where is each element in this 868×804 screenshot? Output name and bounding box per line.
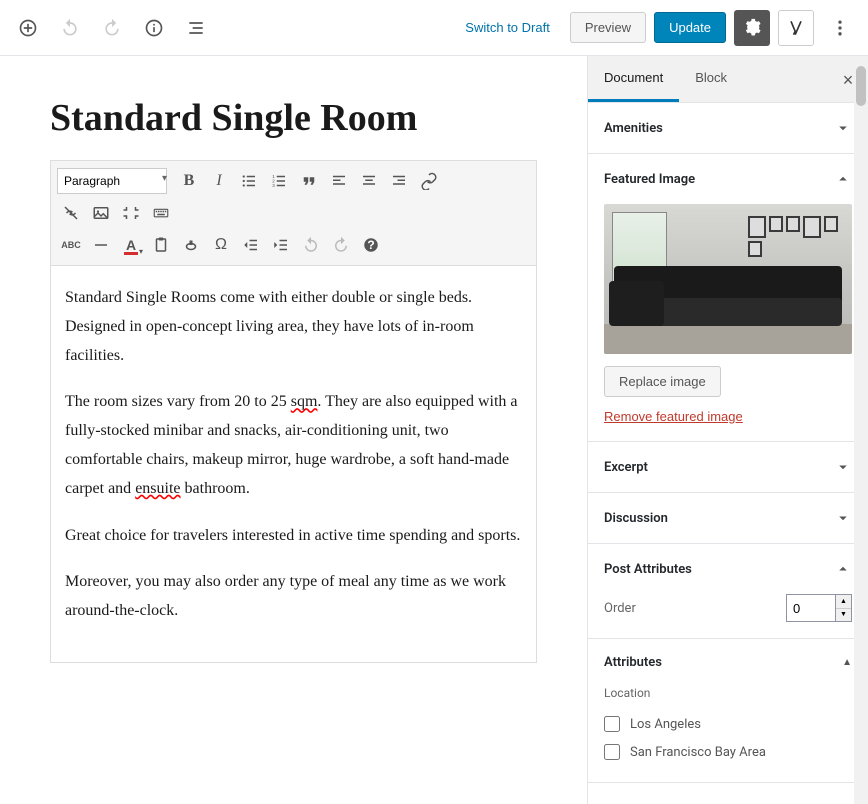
tab-block[interactable]: Block bbox=[679, 56, 743, 102]
blockquote-button[interactable] bbox=[295, 167, 323, 195]
paste-text-button[interactable] bbox=[147, 231, 175, 259]
link-button[interactable] bbox=[415, 167, 443, 195]
numbered-list-button[interactable]: 123 bbox=[265, 167, 293, 195]
order-label: Order bbox=[604, 601, 636, 616]
panel-excerpt-header[interactable]: Excerpt bbox=[588, 442, 868, 492]
order-increment[interactable]: ▲ bbox=[836, 595, 851, 609]
content-paragraph[interactable]: The room sizes vary from 20 to 25 sqm. T… bbox=[65, 388, 522, 503]
panel-discussion: Discussion bbox=[588, 493, 868, 544]
bulleted-list-button[interactable] bbox=[235, 167, 263, 195]
align-center-button[interactable] bbox=[355, 167, 383, 195]
horizontal-rule-button[interactable] bbox=[87, 231, 115, 259]
sidebar-tabs: Document Block × bbox=[588, 56, 868, 103]
post-title[interactable]: Standard Single Room bbox=[50, 96, 537, 140]
strikethrough-button[interactable]: ABC bbox=[57, 231, 85, 259]
switch-to-draft-button[interactable]: Switch to Draft bbox=[453, 12, 562, 43]
panel-title: Post Attributes bbox=[604, 562, 692, 577]
scrollbar-thumb[interactable] bbox=[856, 66, 866, 106]
svg-text:3: 3 bbox=[272, 183, 275, 188]
toolbar-left bbox=[10, 10, 214, 46]
settings-button[interactable] bbox=[734, 10, 770, 46]
editor-undo-button[interactable] bbox=[297, 231, 325, 259]
location-checkbox[interactable] bbox=[604, 744, 620, 760]
redo-button[interactable] bbox=[94, 10, 130, 46]
classic-editor-block: Paragraph B I 123 bbox=[50, 160, 537, 663]
classic-toolbar: Paragraph B I 123 bbox=[51, 161, 536, 266]
top-toolbar: Switch to Draft Preview Update bbox=[0, 0, 868, 56]
content-paragraph[interactable]: Moreover, you may also order any type of… bbox=[65, 568, 522, 626]
location-checkbox-row[interactable]: San Francisco Bay Area bbox=[604, 738, 852, 766]
panel-featured-image: Featured Image Replace image Remove feat… bbox=[588, 154, 868, 442]
panel-excerpt: Excerpt bbox=[588, 442, 868, 493]
remove-featured-image-button[interactable]: Remove featured image bbox=[604, 409, 743, 424]
content-paragraph[interactable]: Standard Single Rooms come with either d… bbox=[65, 284, 522, 370]
replace-image-button[interactable]: Replace image bbox=[604, 366, 721, 397]
panel-discussion-header[interactable]: Discussion bbox=[588, 493, 868, 543]
panel-attributes: Attributes ▲ Location Los Angeles San Fr… bbox=[588, 639, 868, 783]
yoast-button[interactable] bbox=[778, 10, 814, 46]
distraction-free-button[interactable] bbox=[117, 199, 145, 227]
editor-redo-button[interactable] bbox=[327, 231, 355, 259]
chevron-down-icon bbox=[834, 458, 852, 476]
panel-featured-image-header[interactable]: Featured Image bbox=[588, 154, 868, 204]
outdent-button[interactable] bbox=[237, 231, 265, 259]
panel-amenities-header[interactable]: Amenities bbox=[588, 103, 868, 153]
chevron-down-icon bbox=[834, 119, 852, 137]
panel-amenities: Amenities bbox=[588, 103, 868, 154]
chevron-down-icon bbox=[834, 509, 852, 527]
panel-title: Discussion bbox=[604, 511, 668, 526]
italic-button[interactable]: I bbox=[205, 167, 233, 195]
insert-media-button[interactable] bbox=[87, 199, 115, 227]
format-select[interactable]: Paragraph bbox=[57, 168, 167, 194]
help-button[interactable]: ? bbox=[357, 231, 385, 259]
location-option: San Francisco Bay Area bbox=[630, 745, 766, 760]
panel-post-attributes: Post Attributes Order ▲ ▼ bbox=[588, 544, 868, 639]
order-spinner: ▲ ▼ bbox=[836, 594, 852, 622]
location-label: Location bbox=[604, 686, 852, 700]
undo-button[interactable] bbox=[52, 10, 88, 46]
featured-image-preview[interactable] bbox=[604, 204, 852, 354]
panel-title: Amenities bbox=[604, 121, 663, 136]
chevron-up-icon bbox=[834, 560, 852, 578]
special-char-button[interactable]: Ω bbox=[207, 231, 235, 259]
toolbar-right: Switch to Draft Preview Update bbox=[453, 10, 858, 46]
tab-document[interactable]: Document bbox=[588, 56, 679, 102]
order-input[interactable] bbox=[786, 594, 836, 622]
panel-post-attributes-header[interactable]: Post Attributes bbox=[588, 544, 868, 594]
add-block-button[interactable] bbox=[10, 10, 46, 46]
panel-title: Attributes bbox=[604, 655, 662, 670]
editor-area: Standard Single Room Paragraph B I 123 bbox=[0, 56, 588, 804]
align-right-button[interactable] bbox=[385, 167, 413, 195]
editor-content[interactable]: Standard Single Rooms come with either d… bbox=[51, 266, 536, 662]
preview-button[interactable]: Preview bbox=[570, 12, 646, 43]
panel-attributes-header[interactable]: Attributes ▲ bbox=[588, 639, 868, 686]
clear-formatting-button[interactable] bbox=[177, 231, 205, 259]
panel-title: Excerpt bbox=[604, 460, 648, 475]
update-button[interactable]: Update bbox=[654, 12, 726, 43]
indent-button[interactable] bbox=[267, 231, 295, 259]
scrollbar-track[interactable] bbox=[854, 56, 868, 804]
panel-title: Featured Image bbox=[604, 172, 695, 187]
keyboard-button[interactable] bbox=[147, 199, 175, 227]
chevron-up-icon: ▲ bbox=[842, 657, 852, 668]
align-left-button[interactable] bbox=[325, 167, 353, 195]
chevron-up-icon bbox=[834, 170, 852, 188]
info-button[interactable] bbox=[136, 10, 172, 46]
unlink-button[interactable] bbox=[57, 199, 85, 227]
content-paragraph[interactable]: Great choice for travelers interested in… bbox=[65, 522, 522, 551]
order-decrement[interactable]: ▼ bbox=[836, 609, 851, 622]
location-checkbox[interactable] bbox=[604, 716, 620, 732]
bold-button[interactable]: B bbox=[175, 167, 203, 195]
more-menu-button[interactable] bbox=[822, 10, 858, 46]
text-color-button[interactable]: A▾ bbox=[117, 231, 145, 259]
settings-sidebar: Document Block × Amenities Featured Imag… bbox=[588, 56, 868, 804]
outline-button[interactable] bbox=[178, 10, 214, 46]
location-checkbox-row[interactable]: Los Angeles bbox=[604, 710, 852, 738]
main-layout: Standard Single Room Paragraph B I 123 bbox=[0, 56, 868, 804]
location-option: Los Angeles bbox=[630, 717, 701, 732]
